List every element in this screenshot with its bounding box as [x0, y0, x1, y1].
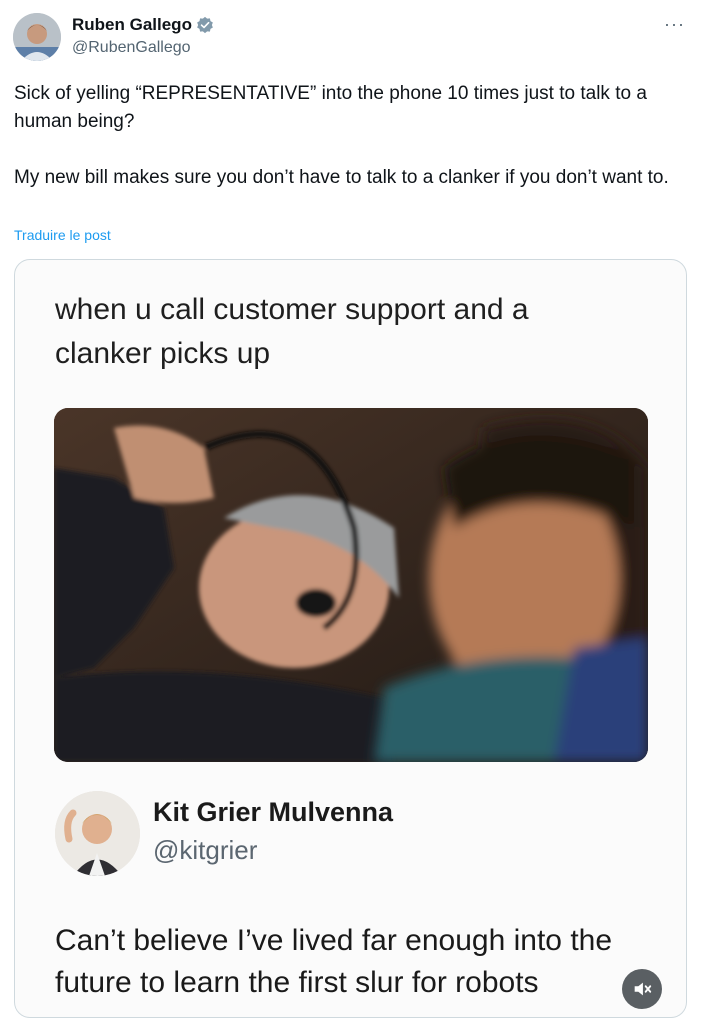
volume-muted-icon[interactable]: [622, 969, 662, 1009]
author-avatar[interactable]: [13, 13, 61, 61]
meme-photo: [54, 408, 648, 762]
quoted-author-handle: @kitgrier: [153, 835, 258, 865]
quoted-text: Can’t believe I’ve lived far enough into…: [55, 924, 613, 999]
media-card[interactable]: when u call customer support and a clank…: [14, 259, 687, 1018]
verified-badge-icon: [196, 16, 214, 34]
author-name[interactable]: Ruben Gallego: [72, 15, 192, 35]
quoted-author-avatar: [55, 791, 140, 876]
author-handle[interactable]: @RubenGallego: [72, 39, 191, 57]
translate-post-link[interactable]: Traduire le post: [14, 227, 111, 243]
meme-caption: when u call customer support and a clank…: [55, 293, 529, 370]
post-text: Sick of yelling “REPRESENTATIVE” into th…: [14, 83, 669, 188]
more-options-icon[interactable]: ···: [664, 14, 685, 35]
quoted-author-name: Kit Grier Mulvenna: [153, 797, 394, 827]
